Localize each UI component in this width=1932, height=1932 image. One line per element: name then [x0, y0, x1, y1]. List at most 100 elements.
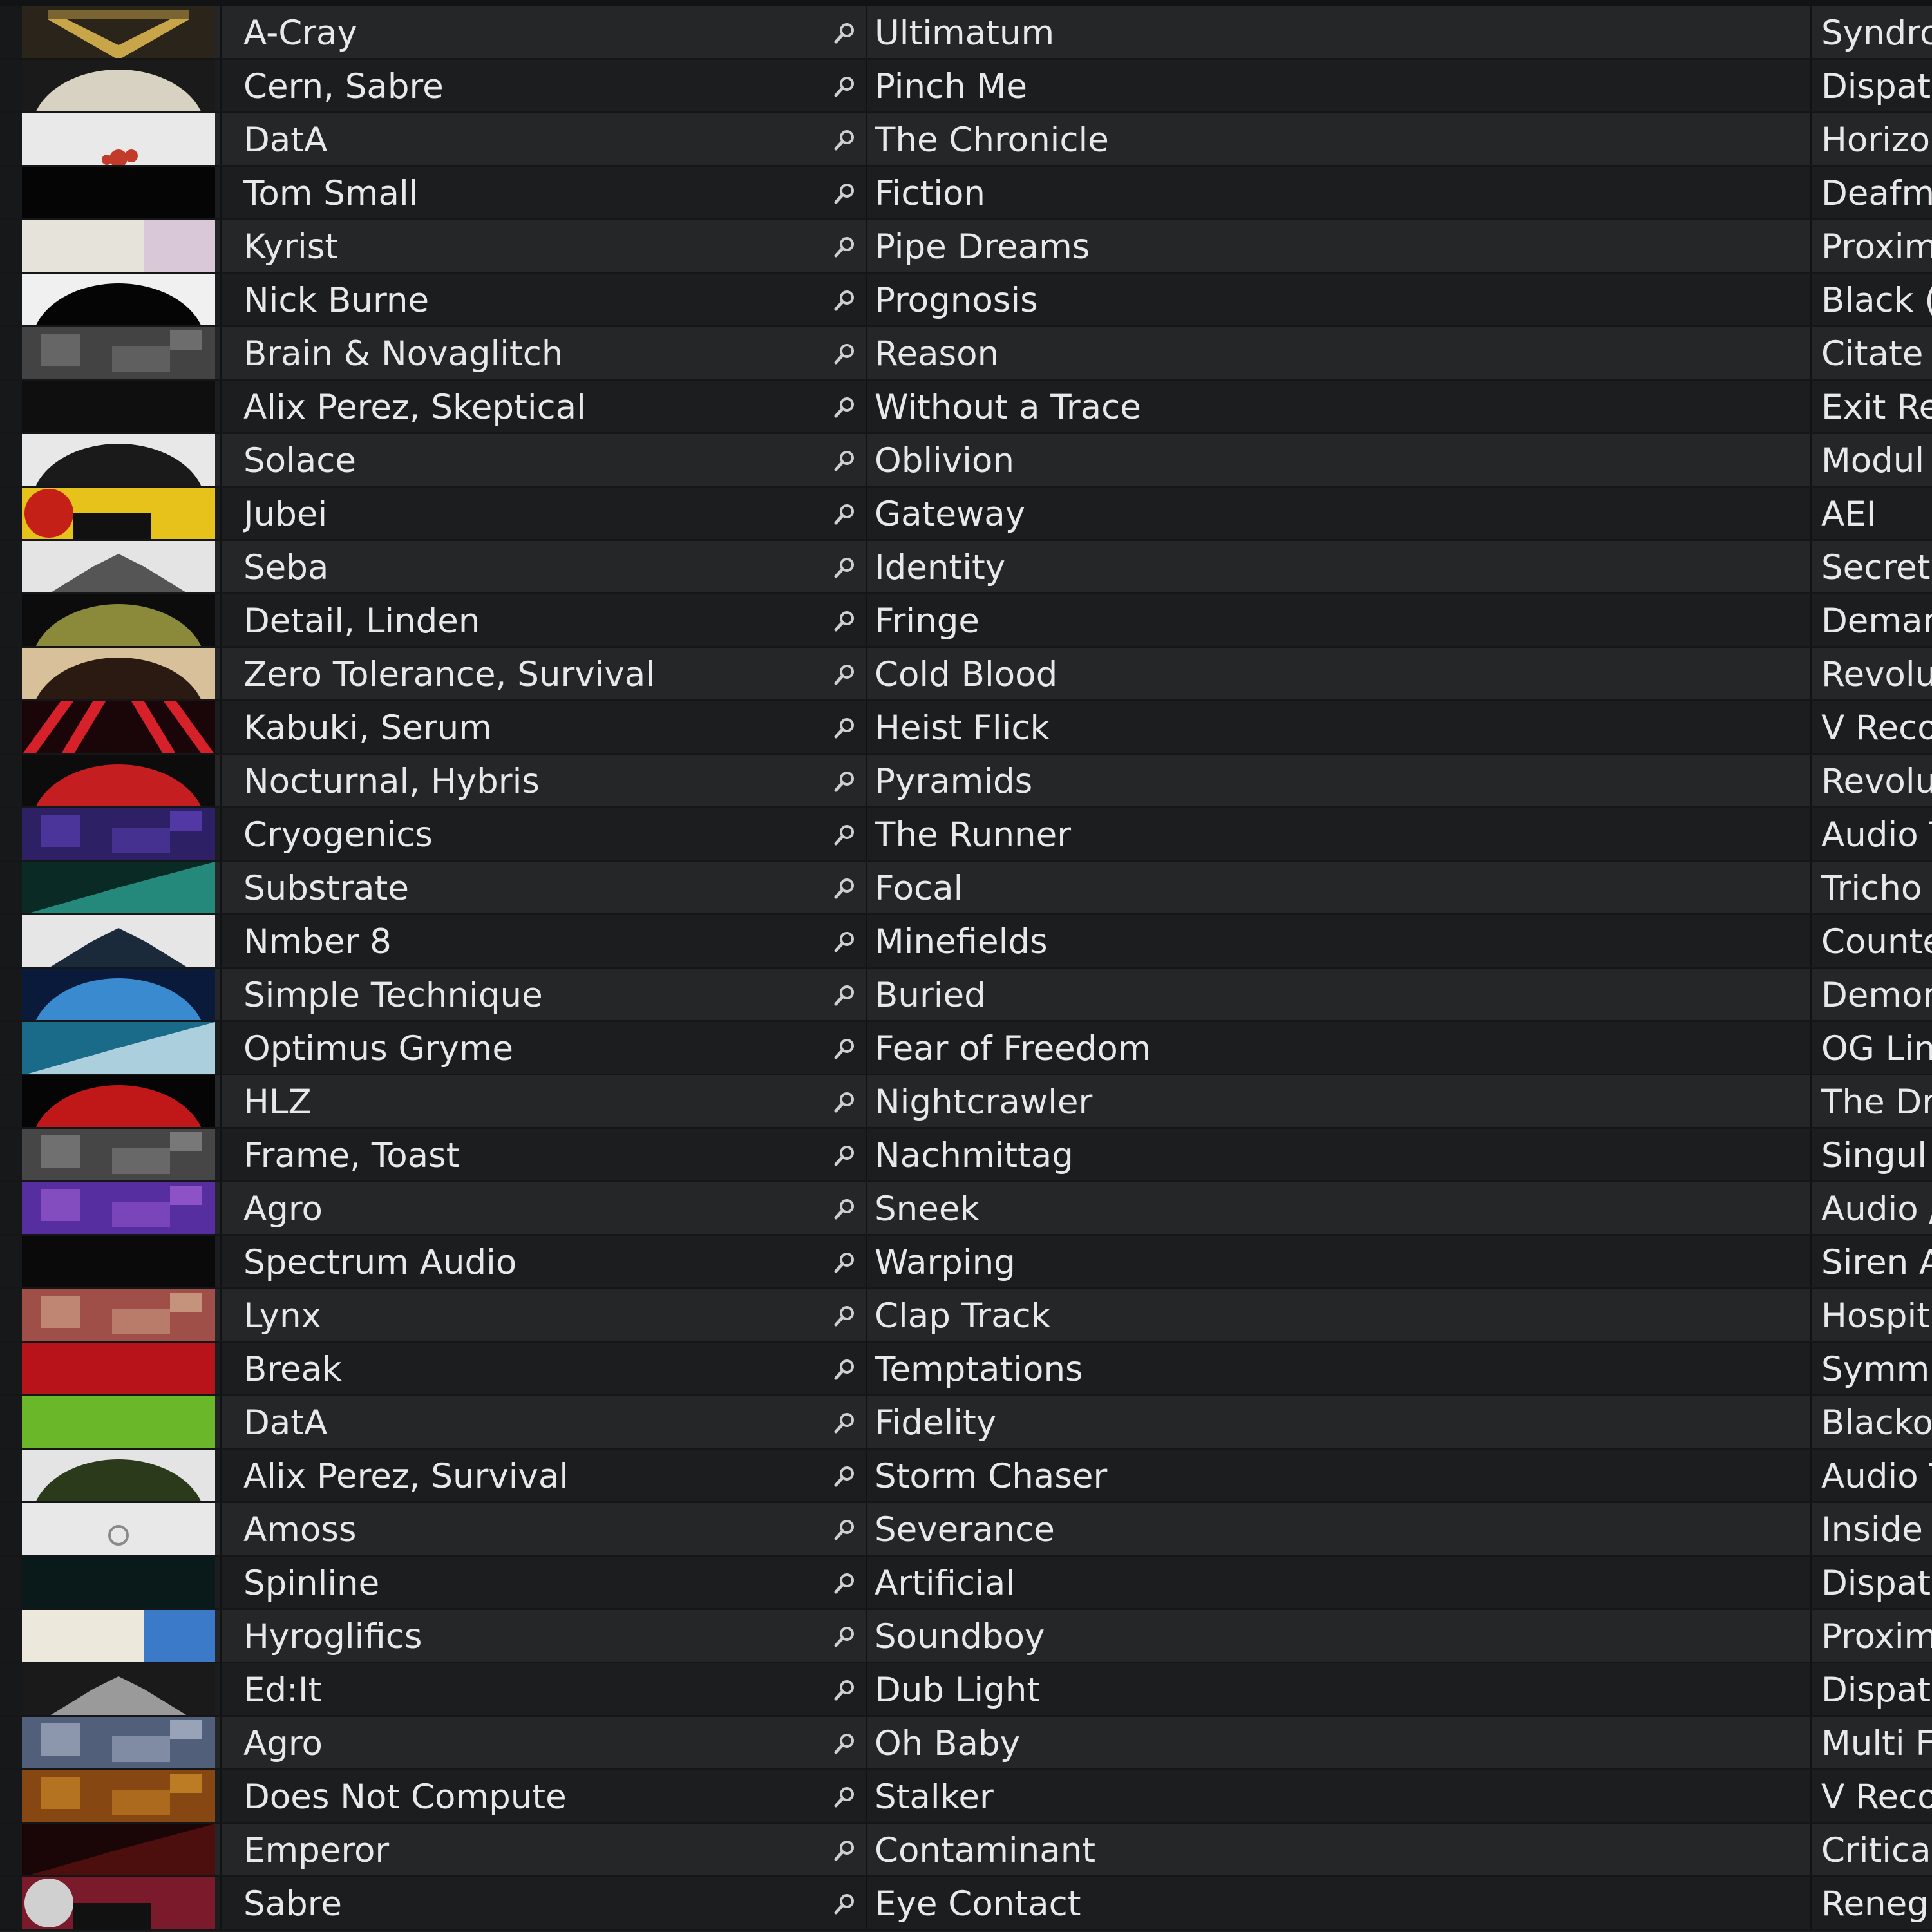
label-cell[interactable]: Secret: [1821, 541, 1932, 594]
table-row[interactable]: Emperor Contaminant Critica: [0, 1824, 1932, 1877]
search-icon[interactable]: [832, 662, 858, 688]
title-cell[interactable]: Reason: [875, 327, 1802, 381]
search-icon[interactable]: [832, 1143, 858, 1169]
title-cell[interactable]: Soundboy: [875, 1610, 1802, 1663]
title-cell[interactable]: Identity: [875, 541, 1802, 594]
label-cell[interactable]: Proxim: [1821, 1610, 1932, 1663]
label-cell[interactable]: Demor: [1821, 969, 1932, 1022]
table-row[interactable]: Alix Perez, Survival Storm Chaser Audio T: [0, 1450, 1932, 1503]
search-icon[interactable]: [832, 128, 858, 153]
label-cell[interactable]: Demar: [1821, 594, 1932, 648]
label-cell[interactable]: Exit Re: [1821, 381, 1932, 434]
table-row[interactable]: Agro Sneek Audio /: [0, 1182, 1932, 1236]
search-icon[interactable]: [832, 929, 858, 955]
table-row[interactable]: Nick Burne Prognosis Black (: [0, 274, 1932, 327]
title-cell[interactable]: Ultimatum: [875, 6, 1802, 60]
search-icon[interactable]: [832, 609, 858, 634]
artist-cell[interactable]: DatA: [243, 1396, 817, 1450]
title-cell[interactable]: Contaminant: [875, 1824, 1802, 1877]
artist-cell[interactable]: Solace: [243, 434, 817, 488]
title-cell[interactable]: Dub Light: [875, 1663, 1802, 1717]
title-cell[interactable]: Storm Chaser: [875, 1450, 1802, 1503]
label-cell[interactable]: Deafm: [1821, 167, 1932, 220]
title-cell[interactable]: The Runner: [875, 808, 1802, 862]
search-icon[interactable]: [832, 181, 858, 207]
artist-cell[interactable]: Lynx: [243, 1289, 817, 1343]
artist-cell[interactable]: Detail, Linden: [243, 594, 817, 648]
table-row[interactable]: Sabre Eye Contact Reneg: [0, 1877, 1932, 1931]
title-cell[interactable]: Fringe: [875, 594, 1802, 648]
title-cell[interactable]: Temptations: [875, 1343, 1802, 1396]
artist-cell[interactable]: Nmber 8: [243, 915, 817, 969]
search-icon[interactable]: [832, 341, 858, 367]
table-row[interactable]: Substrate Focal Tricho: [0, 862, 1932, 915]
label-cell[interactable]: Symm: [1821, 1343, 1932, 1396]
label-cell[interactable]: Proxim: [1821, 220, 1932, 274]
artist-cell[interactable]: Seba: [243, 541, 817, 594]
label-cell[interactable]: Audio T: [1821, 1450, 1932, 1503]
search-icon[interactable]: [832, 21, 858, 46]
table-row[interactable]: Brain & Novaglitch Reason Citate: [0, 327, 1932, 381]
artist-cell[interactable]: Spinline: [243, 1557, 817, 1610]
table-row[interactable]: Nocturnal, Hybris Pyramids Revolu: [0, 755, 1932, 808]
label-cell[interactable]: Audio /: [1821, 1182, 1932, 1236]
title-cell[interactable]: Nachmittag: [875, 1129, 1802, 1182]
artist-cell[interactable]: Zero Tolerance, Survival: [243, 648, 817, 701]
table-row[interactable]: Solace Oblivion Modul: [0, 434, 1932, 488]
table-row[interactable]: Zero Tolerance, Survival Cold Blood Revolu: [0, 648, 1932, 701]
search-icon[interactable]: [832, 1464, 858, 1490]
search-icon[interactable]: [832, 1090, 858, 1115]
artist-cell[interactable]: Cryogenics: [243, 808, 817, 862]
title-cell[interactable]: Clap Track: [875, 1289, 1802, 1343]
table-row[interactable]: Hyroglifics Soundboy Proxim: [0, 1610, 1932, 1663]
artist-cell[interactable]: Tom Small: [243, 167, 817, 220]
label-cell[interactable]: Hospit: [1821, 1289, 1932, 1343]
title-cell[interactable]: Minefields: [875, 915, 1802, 969]
title-cell[interactable]: Fiction: [875, 167, 1802, 220]
search-icon[interactable]: [832, 1891, 858, 1917]
artist-cell[interactable]: Kabuki, Serum: [243, 701, 817, 755]
artist-cell[interactable]: Sabre: [243, 1877, 817, 1931]
label-cell[interactable]: OG Lin: [1821, 1022, 1932, 1075]
artist-cell[interactable]: Frame, Toast: [243, 1129, 817, 1182]
label-cell[interactable]: Inside: [1821, 1503, 1932, 1557]
label-cell[interactable]: V Reco: [1821, 1770, 1932, 1824]
search-icon[interactable]: [832, 234, 858, 260]
table-row[interactable]: Frame, Toast Nachmittag Singul: [0, 1129, 1932, 1182]
title-cell[interactable]: Artificial: [875, 1557, 1802, 1610]
artist-cell[interactable]: Nocturnal, Hybris: [243, 755, 817, 808]
search-icon[interactable]: [832, 1624, 858, 1650]
search-icon[interactable]: [832, 288, 858, 314]
title-cell[interactable]: Fear of Freedom: [875, 1022, 1802, 1075]
label-cell[interactable]: Dispat: [1821, 1663, 1932, 1717]
search-icon[interactable]: [832, 1517, 858, 1543]
search-icon[interactable]: [832, 502, 858, 527]
table-row[interactable]: Lynx Clap Track Hospit: [0, 1289, 1932, 1343]
search-icon[interactable]: [832, 1303, 858, 1329]
artist-cell[interactable]: Hyroglifics: [243, 1610, 817, 1663]
artist-cell[interactable]: Amoss: [243, 1503, 817, 1557]
title-cell[interactable]: Sneek: [875, 1182, 1802, 1236]
artist-cell[interactable]: Brain & Novaglitch: [243, 327, 817, 381]
label-cell[interactable]: Reneg: [1821, 1877, 1932, 1931]
title-cell[interactable]: Without a Trace: [875, 381, 1802, 434]
label-cell[interactable]: Citate: [1821, 327, 1932, 381]
artist-cell[interactable]: Alix Perez, Skeptical: [243, 381, 817, 434]
search-icon[interactable]: [832, 822, 858, 848]
artist-cell[interactable]: Does Not Compute: [243, 1770, 817, 1824]
table-row[interactable]: Does Not Compute Stalker V Reco: [0, 1770, 1932, 1824]
table-row[interactable]: DatA The Chronicle Horizo: [0, 113, 1932, 167]
table-row[interactable]: A-Cray Ultimatum Syndrc: [0, 6, 1932, 60]
artist-cell[interactable]: Alix Perez, Survival: [243, 1450, 817, 1503]
title-cell[interactable]: Oblivion: [875, 434, 1802, 488]
search-icon[interactable]: [832, 1250, 858, 1276]
search-icon[interactable]: [832, 1678, 858, 1703]
artist-cell[interactable]: Agro: [243, 1717, 817, 1770]
search-icon[interactable]: [832, 395, 858, 421]
title-cell[interactable]: Pyramids: [875, 755, 1802, 808]
table-row[interactable]: DatA Fidelity Blacko: [0, 1396, 1932, 1450]
search-icon[interactable]: [832, 74, 858, 100]
label-cell[interactable]: Revolu: [1821, 755, 1932, 808]
title-cell[interactable]: Warping: [875, 1236, 1802, 1289]
artist-cell[interactable]: Nick Burne: [243, 274, 817, 327]
